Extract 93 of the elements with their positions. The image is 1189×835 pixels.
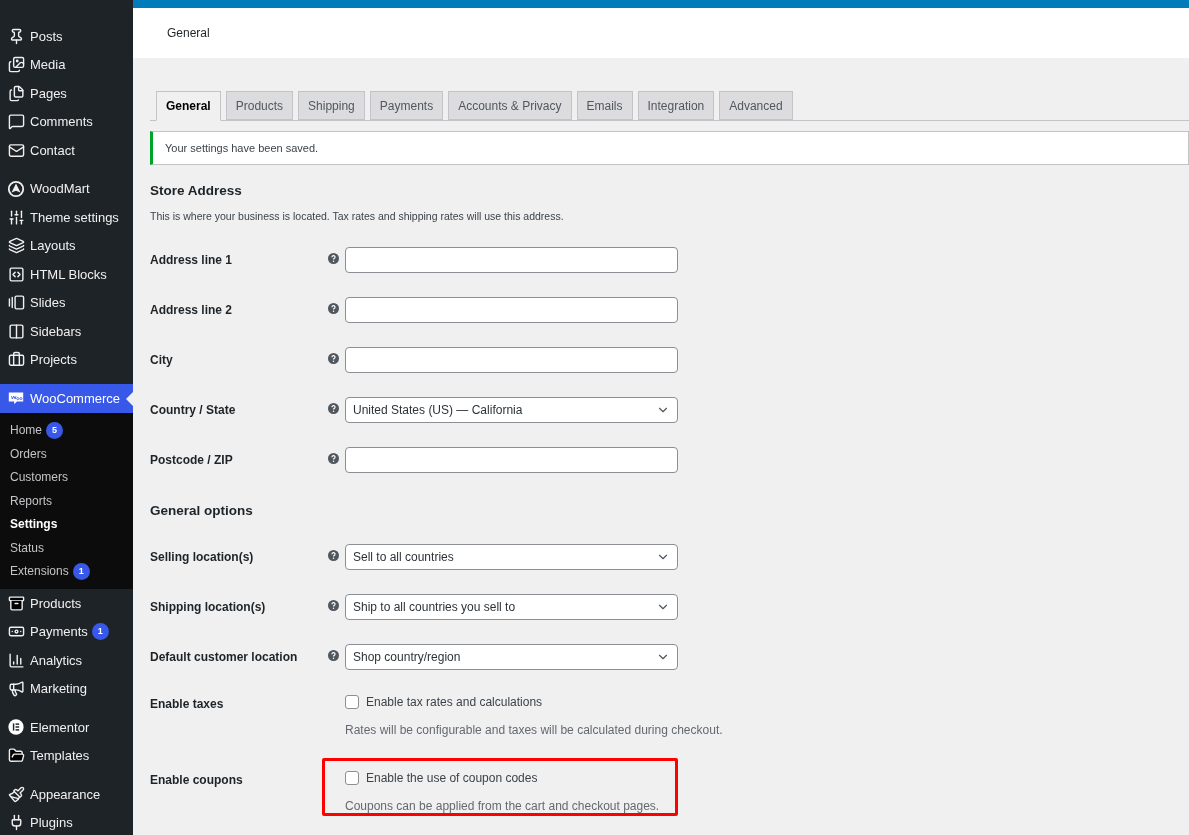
field-description: Coupons can be applied from the cart and checkout pages.	[345, 797, 660, 815]
help-icon[interactable]	[328, 352, 339, 364]
tab[interactable]: Products	[225, 91, 294, 120]
tab[interactable]: Shipping	[298, 91, 365, 120]
tab[interactable]: Advanced	[719, 91, 793, 120]
menu-item[interactable]: Templates	[0, 741, 133, 770]
tab[interactable]: Integration	[637, 91, 715, 120]
field-label: Enable taxes	[150, 695, 225, 713]
menu-item[interactable]: Theme settings	[0, 203, 133, 232]
submenu-item[interactable]: Reports	[0, 489, 133, 513]
menu-item[interactable]: Contact	[0, 136, 133, 165]
checkbox-label: Enable the use of coupon codes	[366, 769, 538, 787]
field-label: Postcode / ZIP	[150, 451, 234, 469]
field-description: Rates will be configurable and taxes will be calculated during checkout.	[345, 721, 723, 739]
help-icon[interactable]	[328, 302, 339, 314]
field-label: Shipping location(s)	[150, 598, 267, 616]
submenu-item[interactable]: Extensions 1	[0, 559, 133, 583]
submenu-item[interactable]: Settings	[0, 512, 133, 536]
elementor-icon	[7, 718, 25, 737]
page-title: General	[167, 25, 210, 42]
menu-item[interactable]: Analytics	[0, 646, 133, 675]
submenu-item[interactable]: Orders	[0, 442, 133, 466]
section-heading: Store Address	[150, 182, 243, 199]
help-icon[interactable]	[328, 402, 339, 414]
count-badge: 1	[72, 562, 90, 580]
select-dropdown[interactable]: United States (US) — California	[345, 396, 678, 423]
count-badge: 1	[91, 623, 109, 641]
select-dropdown[interactable]: Shop country/region	[345, 643, 678, 670]
field-label: Country / State	[150, 401, 237, 419]
menu-item[interactable]: Sidebars	[0, 317, 133, 346]
select-dropdown[interactable]: Sell to all countries	[345, 543, 678, 570]
tab[interactable]: Payments	[369, 91, 444, 120]
field-label: City	[150, 351, 174, 369]
submenu-item[interactable]: Status	[0, 536, 133, 560]
menu-item[interactable]: Slides	[0, 288, 133, 317]
tab[interactable]: General	[156, 91, 221, 121]
menu-item[interactable]: Plugins	[0, 808, 133, 835]
images-icon	[7, 55, 25, 74]
submenu-item[interactable]: Customers	[0, 465, 133, 489]
help-icon[interactable]	[328, 252, 339, 264]
count-badge: 5	[46, 421, 63, 439]
menu-item[interactable]: Products	[0, 589, 133, 618]
field-label: Address line 1	[150, 251, 234, 269]
menu-item[interactable]: HTML Blocks	[0, 260, 133, 289]
speech-bubble-icon	[7, 112, 25, 131]
menu-item[interactable]: Comments	[0, 107, 133, 136]
checkbox-label: Enable tax rates and calculations	[366, 693, 543, 711]
columns-icon	[7, 322, 25, 341]
checkbox[interactable]	[345, 770, 359, 785]
pointer-arrow-icon	[126, 392, 133, 406]
help-icon[interactable]	[328, 452, 339, 464]
menu-item[interactable]: Elementor	[0, 713, 133, 742]
envelope-icon	[7, 141, 25, 160]
menu-item[interactable]: Appearance	[0, 780, 133, 809]
archive-icon	[7, 594, 25, 613]
code-icon	[7, 265, 25, 284]
section-heading: General options	[150, 501, 254, 519]
submenu-item[interactable]: Home 5	[0, 418, 133, 442]
text-field[interactable]	[345, 346, 678, 373]
menu-item[interactable]: Marketing	[0, 674, 133, 703]
select-dropdown[interactable]: Ship to all countries you sell to	[345, 593, 678, 620]
menu-item[interactable]: Media	[0, 50, 133, 79]
section-description: This is where your business is located. Tax rates and shipping rates will use this address.	[150, 209, 565, 224]
bar-chart-icon	[7, 651, 25, 670]
text-field[interactable]	[345, 296, 678, 323]
layers-icon	[7, 236, 25, 255]
field-label: Address line 2	[150, 301, 234, 319]
success-notice: Your settings have been saved.	[150, 131, 1189, 165]
text-field[interactable]	[345, 446, 678, 473]
menu-item[interactable]: Payments 1	[0, 617, 133, 646]
sliders-icon	[7, 208, 25, 227]
briefcase-icon	[7, 350, 25, 369]
paintbrush-icon	[7, 785, 25, 804]
menu-item[interactable]: Layouts	[0, 231, 133, 260]
help-icon[interactable]	[328, 599, 339, 611]
help-icon[interactable]	[328, 649, 339, 661]
menu-item[interactable]: Pages	[0, 79, 133, 108]
tab[interactable]: Emails	[576, 91, 633, 120]
help-icon[interactable]	[328, 549, 339, 561]
field-label: Enable coupons	[150, 771, 244, 789]
text-field[interactable]	[345, 246, 678, 273]
field-label: Default customer location	[150, 648, 299, 666]
menu-item[interactable]: Posts	[0, 22, 133, 51]
checkbox[interactable]	[345, 694, 359, 709]
menu-item[interactable]: WoodMart	[0, 174, 133, 203]
menu-item[interactable]: Projects	[0, 345, 133, 374]
tab[interactable]: Accounts & Privacy	[448, 91, 572, 120]
slides-icon	[7, 293, 25, 312]
menu-item[interactable]: WooCommerce	[0, 384, 133, 413]
pages-icon	[7, 84, 25, 103]
folder-icon	[7, 746, 25, 765]
field-label: Selling location(s)	[150, 548, 255, 566]
megaphone-icon	[7, 679, 25, 698]
